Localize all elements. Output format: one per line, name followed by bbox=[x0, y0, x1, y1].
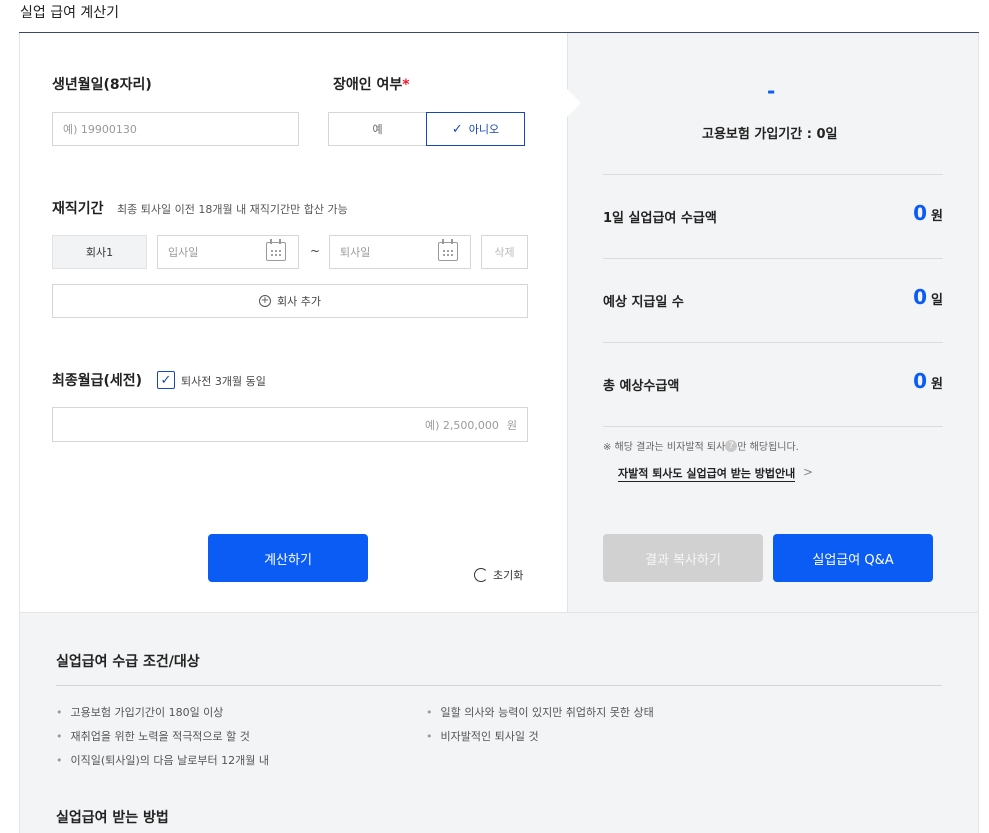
calendar-icon[interactable] bbox=[438, 239, 458, 261]
panel-notch bbox=[567, 89, 581, 117]
calculate-button[interactable]: 계산하기 bbox=[208, 534, 368, 582]
same-3months-label: 퇴사전 3개월 동일 bbox=[181, 375, 266, 388]
condition-item: 재취업을 위한 노력을 적극적으로 할 것 bbox=[56, 728, 250, 744]
company-badge: 회사1 bbox=[52, 235, 147, 269]
daily-benefit-value: 0원 bbox=[913, 201, 943, 225]
start-date-placeholder: 입사일 bbox=[168, 246, 199, 259]
reset-label: 초기화 bbox=[493, 569, 524, 582]
condition-item: 고용보험 가입기간이 180일 이상 bbox=[56, 704, 224, 720]
calendar-icon[interactable] bbox=[266, 239, 286, 261]
result-note: ※ 해당 결과는 비자발적 퇴사 ? 만 해당됩니다. bbox=[603, 439, 799, 453]
calculator-card: 생년월일(8자리) 예) 19900130 장애인 여부* 예 ✓ 아니오 재직기… bbox=[19, 33, 979, 613]
disability-label: 장애인 여부* bbox=[333, 77, 410, 93]
same-3months-checkbox[interactable]: ✓ bbox=[157, 371, 175, 389]
salary-label: 최종월급(세전) bbox=[52, 373, 143, 389]
how-to-title: 실업급여 받는 방법 bbox=[56, 810, 169, 826]
voluntary-resign-guide-link[interactable]: 자발적 퇴사도 실업급여 받는 방법안내 bbox=[618, 465, 796, 482]
employment-label: 재직기간 bbox=[52, 201, 104, 217]
result-divider bbox=[603, 174, 943, 175]
condition-item: 일할 의사와 능력이 있지만 취업하지 못한 상태 bbox=[426, 704, 654, 720]
qa-button[interactable]: 실업급여 Q&A bbox=[773, 534, 933, 582]
total-benefit-label: 총 예상수급액 bbox=[603, 379, 680, 394]
result-headline: - bbox=[767, 79, 776, 103]
page-title: 실업 급여 계산기 bbox=[20, 5, 120, 21]
result-divider bbox=[603, 426, 943, 427]
date-separator: ~ bbox=[310, 244, 321, 258]
payment-days-label: 예상 지급일 수 bbox=[603, 295, 684, 310]
question-icon[interactable]: ? bbox=[725, 439, 738, 452]
info-section: 실업급여 수급 조건/대상 고용보험 가입기간이 180일 이상 재취업을 위한… bbox=[19, 613, 979, 833]
add-company-button[interactable]: + 회사 추가 bbox=[52, 284, 528, 318]
payment-days-value: 0일 bbox=[913, 285, 943, 309]
disability-option-no-label: 아니오 bbox=[468, 123, 500, 136]
check-icon: ✓ bbox=[451, 121, 463, 137]
salary-input[interactable]: 예) 2,500,000 원 bbox=[52, 407, 528, 442]
reset-button[interactable]: 초기화 bbox=[474, 567, 523, 583]
delete-company-button[interactable]: 삭제 bbox=[481, 235, 528, 269]
end-date-placeholder: 퇴사일 bbox=[340, 246, 371, 259]
conditions-title: 실업급여 수급 조건/대상 bbox=[56, 654, 200, 670]
daily-benefit-label: 1일 실업급여 수급액 bbox=[603, 211, 717, 226]
add-company-label: 회사 추가 bbox=[277, 295, 321, 308]
refresh-icon bbox=[474, 568, 488, 582]
chevron-right-icon: > bbox=[803, 465, 814, 479]
check-icon: ✓ bbox=[160, 372, 172, 388]
end-date-input[interactable]: 퇴사일 bbox=[329, 235, 471, 269]
input-panel: 생년월일(8자리) 예) 19900130 장애인 여부* 예 ✓ 아니오 재직기… bbox=[20, 33, 567, 612]
disability-option-no[interactable]: ✓ 아니오 bbox=[426, 112, 525, 146]
employment-hint: 최종 퇴사일 이전 18개월 내 재직기간만 합산 가능 bbox=[117, 203, 348, 216]
birth-label: 생년월일(8자리) bbox=[52, 77, 152, 93]
result-panel: - 고용보험 가입기간 : 0일 1일 실업급여 수급액 0원 예상 지급일 수… bbox=[567, 33, 978, 612]
required-mark: * bbox=[402, 77, 410, 93]
copy-result-button[interactable]: 결과 복사하기 bbox=[603, 534, 763, 582]
result-divider bbox=[603, 258, 943, 259]
disability-option-yes[interactable]: 예 bbox=[328, 112, 427, 146]
conditions-divider bbox=[56, 685, 942, 686]
insured-period: 고용보험 가입기간 : 0일 bbox=[702, 127, 838, 142]
start-date-input[interactable]: 입사일 bbox=[157, 235, 299, 269]
salary-placeholder: 예) 2,500,000 bbox=[424, 418, 499, 432]
total-benefit-value: 0원 bbox=[913, 369, 943, 393]
condition-item: 비자발적인 퇴사일 것 bbox=[426, 728, 539, 744]
birth-input[interactable]: 예) 19900130 bbox=[52, 112, 299, 146]
condition-item: 이직일(퇴사일)의 다음 날로부터 12개월 내 bbox=[56, 752, 270, 768]
plus-circle-icon: + bbox=[259, 295, 271, 307]
result-divider bbox=[603, 342, 943, 343]
salary-unit: 원 bbox=[506, 418, 517, 432]
